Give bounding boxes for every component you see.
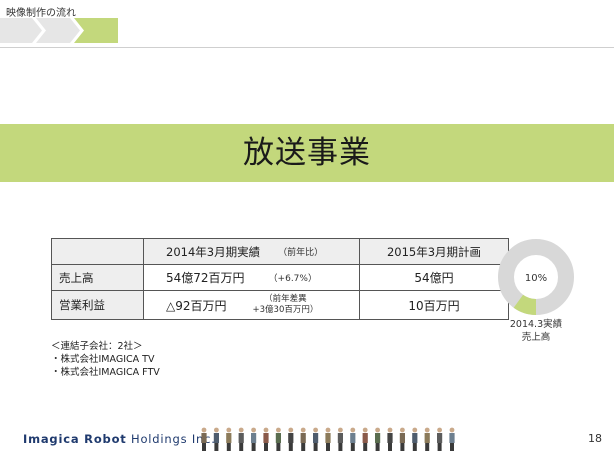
donut-caption-line1: 2014.3実績 [509,319,563,330]
table-row: 営業利益 △92百万円 （前年差異 +3億30百万円） 10百万円 [51,290,509,320]
person-figure [201,427,207,451]
person-figure [300,427,306,451]
person-figure [325,427,331,451]
person-figure [238,427,244,451]
logo-bold-text: Imagica Robot [23,432,127,446]
donut-highlight-segment [513,294,537,315]
row-actual-operating-profit: △92百万円 （前年差異 +3億30百万円） [143,290,360,320]
sales-yoy-note: （+6.7%） [268,274,317,284]
page-title: 放送事業 [243,135,371,171]
person-figure [412,427,418,451]
person-figure [226,427,232,451]
person-figure [251,427,257,451]
donut-caption: 2014.3実績 売上高 [495,318,577,344]
person-figure [387,427,393,451]
page-number: 18 [588,432,602,445]
notes-item: ・株式会社IMAGICA FTV [51,367,160,378]
notes-heading: ＜連結子会社：2社＞ [51,341,143,352]
person-figure [288,427,294,451]
chevron-step-2 [36,18,80,43]
person-figure [375,427,381,451]
sales-actual-value: 54億72百万円 [166,271,245,285]
person-figure [275,427,281,451]
person-figure [399,427,405,451]
progress-chevrons [0,18,118,43]
table-header-actual-note: （前年比） [278,248,324,258]
profit-diff-note: （前年差異 +3億30百万円） [253,294,319,316]
header-divider [0,47,614,48]
row-label-operating-profit: 営業利益 [51,290,144,320]
donut-caption-line2: 売上高 [521,332,551,343]
table-header-row: 2014年3月期実績 （前年比） 2015年3月期計画 [51,238,509,265]
profit-actual-value: △92百万円 [166,298,227,313]
table-header-plan: 2015年3月期計画 [359,238,509,265]
notes-item: ・株式会社IMAGICA TV [51,354,155,365]
section-label: 映像制作の流れ [6,8,76,19]
company-logo: Imagica Robot Holdings Inc. [23,432,216,446]
row-plan-operating-profit: 10百万円 [359,290,509,320]
row-label-sales: 売上高 [51,264,144,291]
results-table: 2014年3月期実績 （前年比） 2015年3月期計画 売上高 54億72百万円… [51,238,509,320]
profit-diff-note-line2: +3億30百万円） [252,305,319,315]
table-header-empty [51,238,144,265]
sales-share-donut: 10% [498,239,574,315]
person-figure [213,427,219,451]
person-figure [437,427,443,451]
table-header-actual: 2014年3月期実績 （前年比） [143,238,360,265]
person-figure [424,427,430,451]
person-figure [337,427,343,451]
table-row: 売上高 54億72百万円 （+6.7%） 54億円 [51,264,509,291]
table-header-actual-label: 2014年3月期実績 [166,244,261,259]
row-actual-sales: 54億72百万円 （+6.7%） [143,264,360,291]
person-figure [350,427,356,451]
people-illustration [201,427,455,451]
person-figure [313,427,319,451]
chevron-step-1 [0,18,42,43]
person-figure [449,427,455,451]
person-figure [362,427,368,451]
row-plan-sales: 54億円 [359,264,509,291]
donut-percent-label: 10% [525,273,547,284]
chevron-step-3 [74,18,118,43]
person-figure [263,427,269,451]
profit-diff-note-line1: （前年差異 [264,294,307,304]
subsidiary-notes: ＜連結子会社：2社＞ ・株式会社IMAGICA TV ・株式会社IMAGICA … [51,340,160,379]
